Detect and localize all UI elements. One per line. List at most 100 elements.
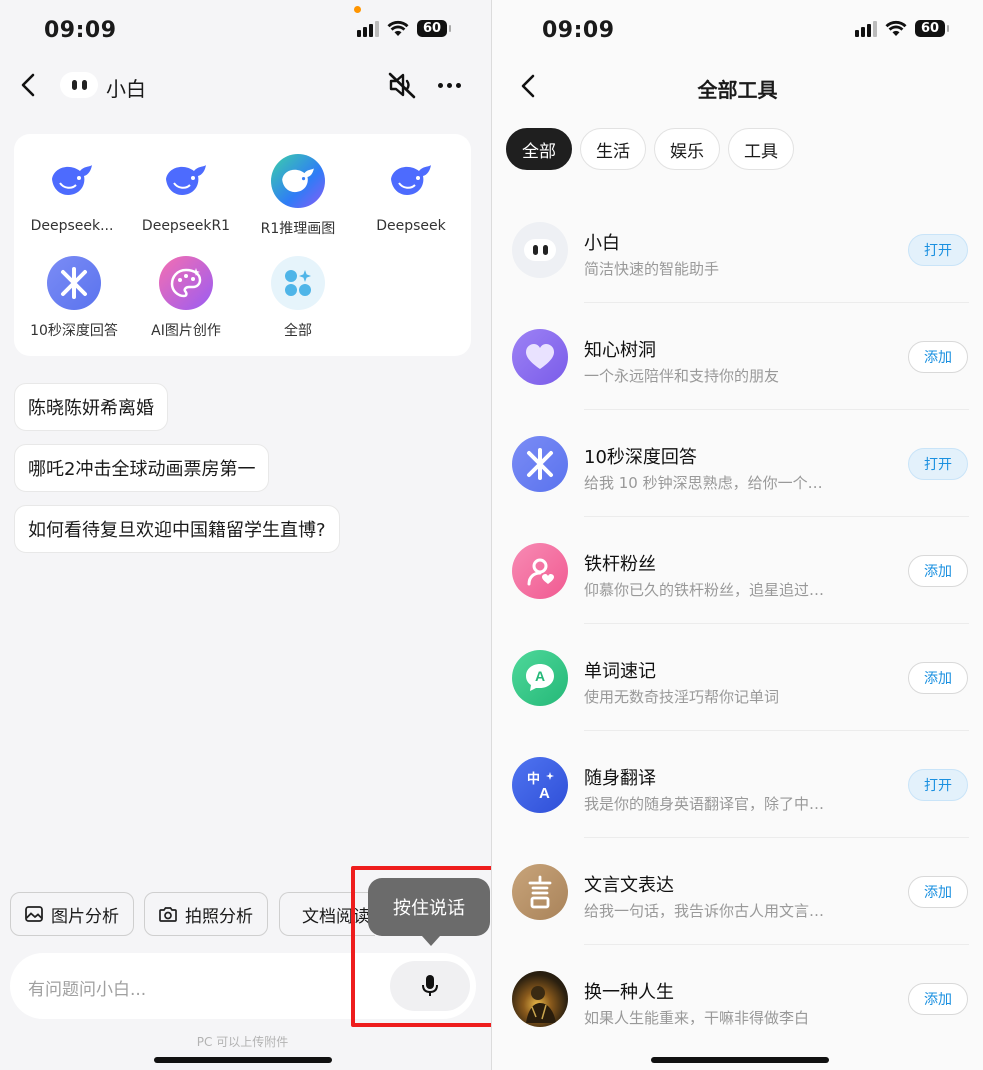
tool-desc: 仰慕你已久的铁杆粉丝，追星追过… — [584, 581, 825, 599]
tool-deepseek-r1[interactable]: DeepseekR1 — [130, 154, 242, 234]
tool-desc: 使用无数奇技淫巧帮你记单词 — [584, 688, 780, 706]
quick-tools-card: Deepseek... DeepseekR1 R1推理画图 Deepseek 1… — [14, 134, 471, 356]
svg-text:A: A — [535, 668, 545, 684]
tool-name: 文言文表达 — [584, 875, 674, 896]
tool-name: 随身翻译 — [584, 768, 656, 789]
tool-deepseek[interactable]: Deepseek — [355, 154, 467, 234]
deepseek-whale-icon — [45, 154, 99, 208]
privacy-indicator-dot — [354, 6, 361, 13]
wifi-icon — [387, 20, 409, 36]
tool-label: Deepseek — [376, 218, 446, 234]
image-analysis-button[interactable]: 图片分析 — [10, 892, 134, 936]
xiaobai-icon — [512, 222, 568, 278]
letter-a-icon: A — [512, 650, 568, 706]
tool-r1-drawing[interactable]: R1推理画图 — [242, 154, 354, 238]
tool-label: Deepseek... — [30, 218, 114, 234]
tool-name: 换一种人生 — [584, 982, 674, 1003]
suggestion-chip[interactable]: 如何看待复旦欢迎中国籍留学生直博? — [14, 505, 340, 553]
status-time: 09:09 — [542, 18, 615, 43]
status-bar: 09:09 60 — [0, 0, 491, 62]
add-button[interactable]: 添加 — [908, 662, 968, 694]
suggestion-chip[interactable]: 哪吒2冲击全球动画票房第一 — [14, 444, 270, 492]
battery-icon: 60 — [417, 20, 451, 37]
add-button[interactable]: 添加 — [908, 555, 968, 587]
tab-life[interactable]: 生活 — [580, 128, 646, 170]
signal-icon — [357, 20, 379, 37]
chat-input-placeholder[interactable]: 有问题问小白... — [28, 975, 146, 1000]
deepseek-whale-icon — [384, 154, 438, 208]
star-burst-icon — [47, 256, 101, 310]
tool-row-10s-deep-answer[interactable]: 10秒深度回答 给我 10 秒钟深思熟虑，给你一个… 打开 — [492, 410, 983, 517]
tool-row-another-life[interactable]: 换一种人生 如果人生能重来，干嘛非得做李白 添加 — [492, 945, 983, 1052]
tool-label: 全部 — [284, 323, 312, 339]
suggestion-chip[interactable]: 陈晓陈妍希离婚 — [14, 383, 168, 431]
photo-analysis-button[interactable]: 拍照分析 — [144, 892, 268, 936]
tool-name: 10秒深度回答 — [584, 447, 697, 468]
open-button[interactable]: 打开 — [908, 234, 968, 266]
add-button[interactable]: 添加 — [908, 876, 968, 908]
status-bar: 09:09 60 — [492, 0, 983, 62]
tool-deepseek-1[interactable]: Deepseek... — [16, 154, 128, 234]
tool-name: 单词速记 — [584, 661, 656, 682]
tool-row-word-memo[interactable]: A 单词速记 使用无数奇技淫巧帮你记单词 添加 — [492, 624, 983, 731]
deepseek-whale-icon — [159, 154, 213, 208]
tab-tools[interactable]: 工具 — [728, 128, 794, 170]
more-options-button[interactable] — [438, 72, 461, 98]
xiaobai-avatar[interactable] — [60, 72, 98, 98]
chat-title: 小白 — [106, 77, 146, 101]
category-tabs: 全部 生活 娱乐 工具 — [506, 128, 794, 170]
home-indicator[interactable] — [651, 1057, 829, 1063]
tool-row-classical-chinese[interactable]: 文言文表达 给我一句话，我告诉你古人用文言… 添加 — [492, 838, 983, 945]
tool-label: 10秒深度回答 — [30, 323, 118, 339]
deepseek-whale-gradient-icon — [271, 154, 325, 208]
open-button[interactable]: 打开 — [908, 769, 968, 801]
svg-text:A: A — [539, 785, 550, 802]
tool-row-superfan[interactable]: 铁杆粉丝 仰慕你已久的铁杆粉丝，追星追过… 添加 — [492, 517, 983, 624]
tool-row-xiaobai[interactable]: 小白 简洁快速的智能助手 打开 — [492, 196, 983, 303]
yan-character-icon — [512, 864, 568, 920]
status-time: 09:09 — [44, 18, 117, 43]
open-button[interactable]: 打开 — [908, 448, 968, 480]
image-analysis-label: 图片分析 — [51, 906, 119, 927]
tool-desc: 如果人生能重来，干嘛非得做李白 — [584, 1009, 810, 1027]
status-icons: 60 — [357, 20, 451, 37]
camera-icon — [159, 907, 177, 922]
tab-all[interactable]: 全部 — [506, 128, 572, 170]
photo-analysis-label: 拍照分析 — [185, 906, 253, 927]
tab-entertainment[interactable]: 娱乐 — [654, 128, 720, 170]
tool-10s-deep-answer[interactable]: 10秒深度回答 — [18, 256, 130, 340]
status-icons: 60 — [855, 20, 949, 37]
tool-label: AI图片创作 — [151, 323, 221, 339]
tool-row-translator[interactable]: 中A 随身翻译 我是你的随身英语翻译官，除了中… 打开 — [492, 731, 983, 838]
translate-icon: 中A — [512, 757, 568, 813]
tool-name: 知心树洞 — [584, 340, 656, 361]
page-title: 全部工具 — [697, 78, 778, 102]
heart-icon — [512, 329, 568, 385]
tool-name: 铁杆粉丝 — [584, 554, 656, 575]
upload-hint: PC 可以上传附件 — [196, 1035, 289, 1049]
fan-icon — [512, 543, 568, 599]
signal-icon — [855, 20, 877, 37]
tool-desc: 一个永远陪伴和支持你的朋友 — [584, 367, 780, 385]
home-indicator[interactable] — [154, 1057, 332, 1063]
star-burst-icon — [512, 436, 568, 492]
tool-desc: 给我一句话，我告诉你古人用文言… — [584, 902, 825, 920]
tool-name: 小白 — [584, 233, 620, 254]
tool-all[interactable]: 全部 — [242, 256, 354, 340]
chat-header: 小白 — [0, 62, 491, 110]
chevron-left-icon — [21, 73, 35, 97]
tool-desc: 给我 10 秒钟深思熟虑，给你一个… — [584, 474, 823, 492]
mute-speaker-icon[interactable] — [387, 71, 417, 99]
grid-icon — [271, 256, 325, 310]
add-button[interactable]: 添加 — [908, 341, 968, 373]
tool-desc: 简洁快速的智能助手 — [584, 260, 720, 278]
tool-label: DeepseekR1 — [141, 218, 231, 234]
all-tools-screen: 09:09 60 全部工具 全部 生活 娱乐 工具 小白 简洁快速的智能助手 打… — [492, 0, 983, 1070]
tool-label: R1推理画图 — [260, 221, 336, 237]
back-button[interactable] — [16, 65, 40, 105]
battery-icon: 60 — [915, 20, 949, 37]
portrait-icon — [512, 971, 568, 1027]
tool-ai-image-creation[interactable]: AI图片创作 — [130, 256, 242, 340]
add-button[interactable]: 添加 — [908, 983, 968, 1015]
tool-row-zhixin[interactable]: 知心树洞 一个永远陪伴和支持你的朋友 添加 — [492, 303, 983, 410]
